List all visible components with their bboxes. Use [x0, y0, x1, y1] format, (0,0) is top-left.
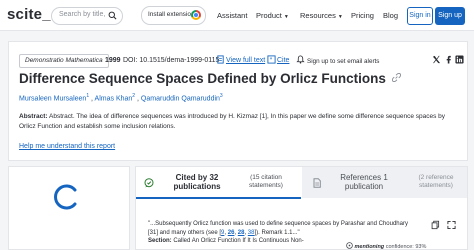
- search-input[interactable]: Search by title,: [51, 7, 123, 25]
- help-understand-link[interactable]: Help me understand this report: [19, 143, 115, 150]
- references-statements: (2 reference: [418, 174, 454, 181]
- references-count: References 1: [340, 173, 388, 182]
- author-affiliation-number: 3: [219, 93, 223, 99]
- search-icon[interactable]: [108, 11, 117, 20]
- linkedin-icon[interactable]: [455, 55, 464, 64]
- author-link[interactable]: Qamaruddin Qamaruddin: [141, 95, 220, 102]
- tab-cited-by[interactable]: Cited by 32 publications (15 citation st…: [136, 167, 301, 199]
- document-icon: [217, 55, 224, 64]
- abstract: Abstract: Abstract. The idea of differen…: [19, 112, 459, 131]
- cited-by-label: publications: [173, 182, 221, 191]
- paper-title: Difference Sequence Spaces Defined by Or…: [19, 71, 401, 86]
- loading-spinner-icon: [54, 184, 77, 210]
- mention-badge: mentioning confidence: 93%: [346, 242, 426, 250]
- view-full-text-link[interactable]: View full text: [226, 57, 265, 64]
- nav-pricing[interactable]: Pricing: [351, 11, 374, 20]
- cited-by-statements: (15 citation: [250, 174, 282, 181]
- quote-icon: ": [267, 55, 276, 64]
- sign-up-button[interactable]: Sign up: [435, 7, 465, 25]
- nav-product[interactable]: Product ▼: [256, 11, 289, 20]
- paper-year: 1999: [105, 57, 121, 64]
- citations-panel: Cited by 32 publications (15 citation st…: [135, 166, 468, 250]
- install-extension-button[interactable]: Install extension!: [141, 6, 206, 25]
- cited-by-count: Cited by 32: [175, 173, 219, 182]
- mention-label: mentioning: [354, 244, 385, 250]
- copy-icon[interactable]: [431, 220, 440, 230]
- nav-resources[interactable]: Resources ▼: [300, 11, 343, 20]
- bell-icon: [296, 55, 305, 64]
- nav-blog[interactable]: Blog: [383, 11, 398, 20]
- author-link[interactable]: Almas Khan: [95, 95, 133, 102]
- snippet-text-part: [31] and many others (see [: [148, 229, 222, 236]
- references-statements: statements): [419, 182, 453, 189]
- document-icon: [313, 178, 321, 188]
- author-link[interactable]: Mursaleen Mursaleen: [19, 95, 86, 102]
- snippet-text: "...Subsequently Orlicz function was use…: [148, 221, 408, 227]
- section-label: Section:: [148, 238, 172, 244]
- references-label: publication: [344, 182, 384, 191]
- snippet-text-2: [31] and many others (see [9, 26, 28, 38…: [148, 229, 418, 238]
- cited-by-statements: statements): [249, 182, 283, 189]
- author-list: Mursaleen Mursaleen1 , Almas Khan2 , Qam…: [19, 93, 223, 102]
- cite-link[interactable]: Cite: [277, 57, 289, 64]
- nav-assistant[interactable]: Assistant: [217, 11, 247, 20]
- install-extension-label: Install extension!: [148, 11, 197, 18]
- nav-resources-label: Resources: [300, 11, 336, 20]
- paper-card: Demonstratio Mathematica 1999 DOI: 10.15…: [8, 41, 468, 161]
- scite-logo[interactable]: scite_: [7, 6, 51, 23]
- nav-product-label: Product: [256, 11, 282, 20]
- search-placeholder: Search by title,: [59, 11, 106, 18]
- twitter-icon[interactable]: [432, 55, 441, 64]
- tab-references[interactable]: References 1 publication (2 reference st…: [302, 167, 467, 198]
- chrome-icon: [191, 10, 201, 20]
- link-icon[interactable]: [391, 72, 401, 83]
- section-text: Called An Orlicz Function If It Is Conti…: [173, 238, 304, 244]
- svg-text:": ": [269, 57, 272, 64]
- paper-doi: DOI: 10.1515/dema-1999-0115: [123, 57, 220, 64]
- confidence-value: confidence: 93%: [385, 244, 427, 250]
- snippet-text-part: ]). Remark 1.1...": [254, 229, 300, 236]
- email-alerts-link[interactable]: Sign up to set email alerts: [307, 58, 379, 65]
- sign-in-button[interactable]: Sign in: [407, 7, 433, 25]
- expand-icon[interactable]: [447, 220, 456, 230]
- citation-summary-panel: [8, 166, 130, 250]
- abstract-label: Abstract:: [19, 113, 48, 120]
- top-navbar: scite_ Search by title, Install extensio…: [0, 0, 474, 31]
- journal-tag[interactable]: Demonstratio Mathematica: [19, 54, 109, 68]
- chevron-down-icon: ▼: [283, 14, 289, 20]
- facebook-icon[interactable]: [444, 55, 453, 64]
- paper-title-text: Difference Sequence Spaces Defined by Or…: [19, 71, 386, 86]
- abstract-text: Abstract. The idea of difference sequenc…: [19, 113, 446, 130]
- chat-bubble-icon: [144, 178, 154, 188]
- chevron-down-icon: ▼: [337, 14, 343, 20]
